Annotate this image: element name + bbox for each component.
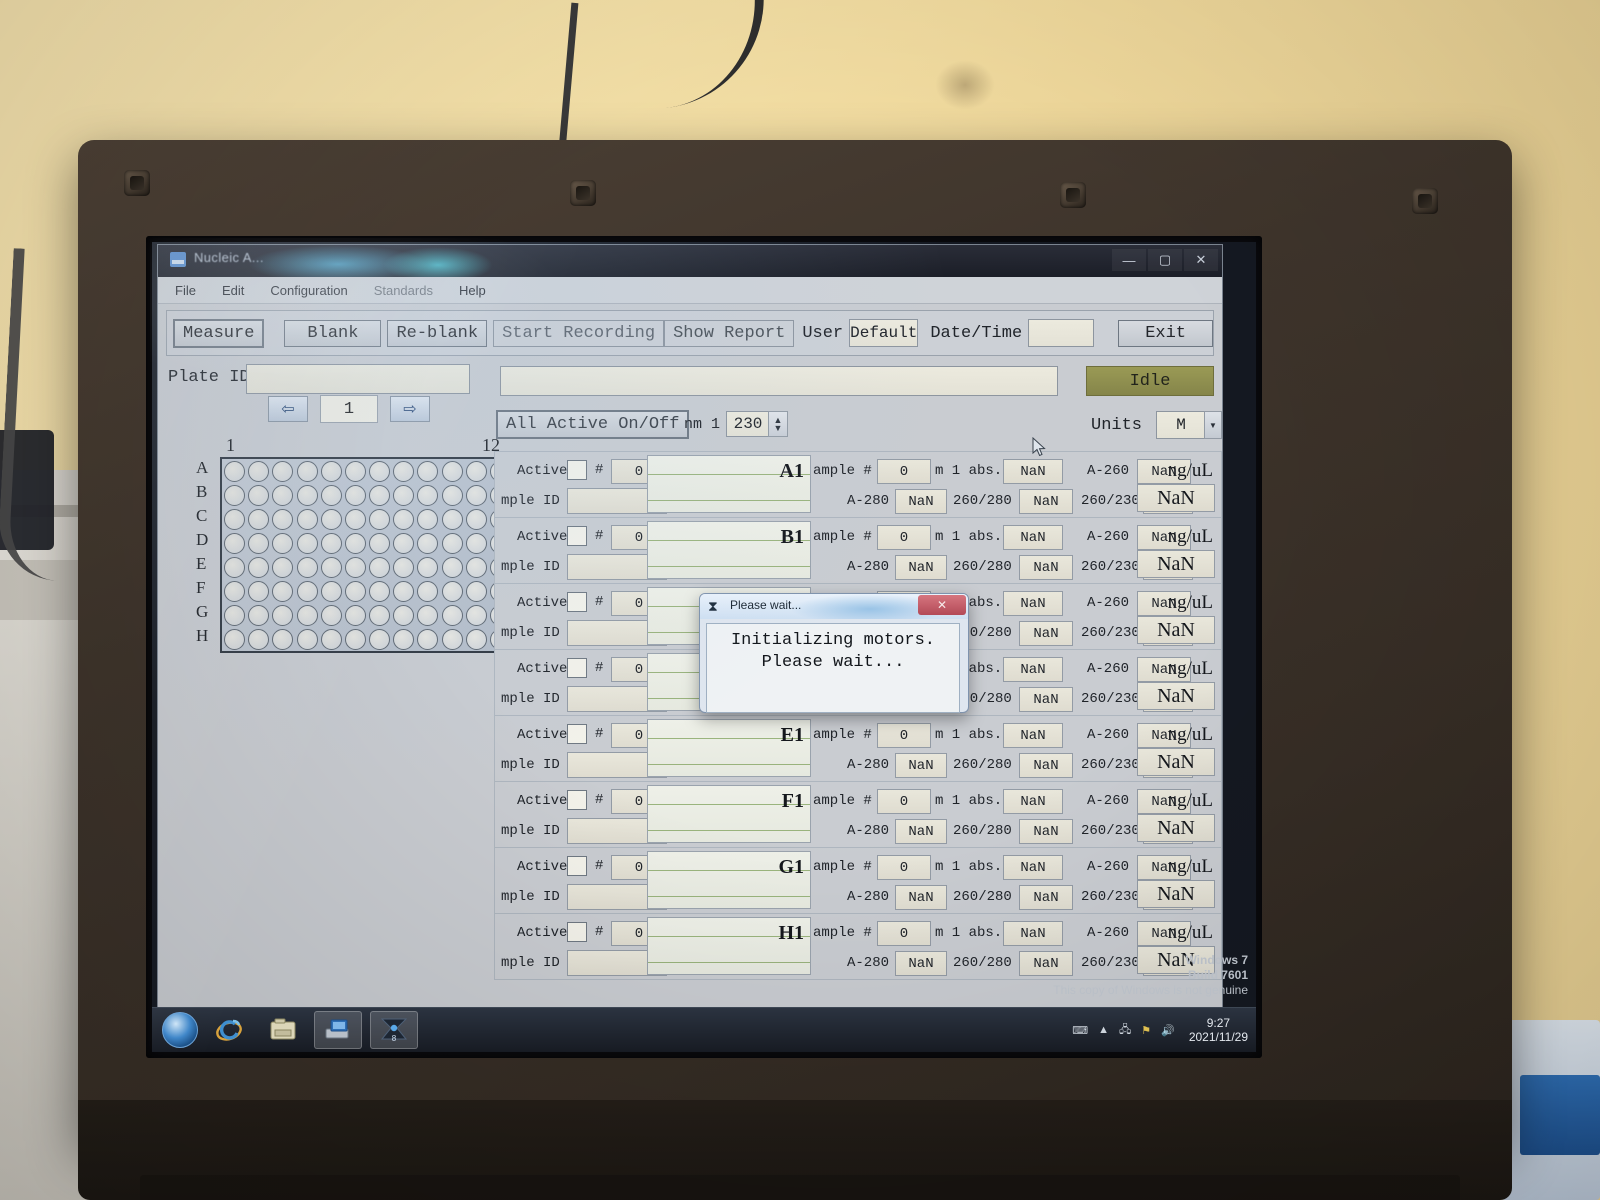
dialog-message-line-2: Please wait... (761, 653, 905, 672)
dialog-message-line-1: Initializing motors. (730, 631, 936, 650)
dialog-close-button[interactable]: ✕ (918, 595, 966, 615)
dialog-titlebar[interactable]: ⧗ Please wait... ✕ (700, 594, 968, 619)
watermark-line-2: Build 7601 (1187, 968, 1248, 982)
mouse-cursor (1032, 436, 1046, 462)
please-wait-dialog: ⧗ Please wait... ✕ Initializing motors. … (699, 593, 969, 713)
folder-icon[interactable] (260, 1012, 306, 1048)
taskbar-clock[interactable]: 9:27 2021/11/29 (1185, 1016, 1248, 1044)
clock-time: 9:27 (1206, 1016, 1231, 1030)
dialog-body: Initializing motors. Please wait... (706, 623, 960, 713)
screenshot-root: D⌁LL Nucleic A... — ▢ ✕ File Edit Config (0, 0, 1600, 1200)
watermark-line-1: Windows 7 (1185, 953, 1248, 967)
clock-date: 2021/11/29 (1188, 1030, 1248, 1044)
windows-taskbar: 8 ⌨ ▲ 🖧 ⚑ 🔊 9:27 2021/11/29 (152, 1007, 1256, 1052)
instrument-app-icon[interactable] (314, 1011, 362, 1049)
app-badge-count: 8 (392, 1034, 397, 1043)
tray-show-hidden-icon[interactable]: ▲ (1098, 1024, 1109, 1036)
system-tray: ⌨ ▲ 🖧 ⚑ 🔊 9:27 2021/11/29 (1072, 1016, 1256, 1044)
tray-keyboard-icon[interactable]: ⌨ (1072, 1024, 1088, 1037)
tray-network-icon[interactable]: 🖧 (1119, 1021, 1131, 1040)
windows-watermark: Windows 7 Build 7601 This copy of Window… (1053, 953, 1248, 998)
start-button-icon[interactable] (162, 1012, 198, 1048)
watermark-line-3: This copy of Windows is not genuine (1053, 983, 1248, 997)
internet-explorer-icon[interactable] (206, 1012, 252, 1048)
nucleic-acid-app-icon[interactable]: 8 (370, 1011, 418, 1049)
tray-volume-icon[interactable]: 🔊 (1161, 1024, 1175, 1037)
hourglass-icon: ⧗ (708, 598, 718, 614)
tray-flag-icon[interactable]: ⚑ (1141, 1024, 1151, 1037)
